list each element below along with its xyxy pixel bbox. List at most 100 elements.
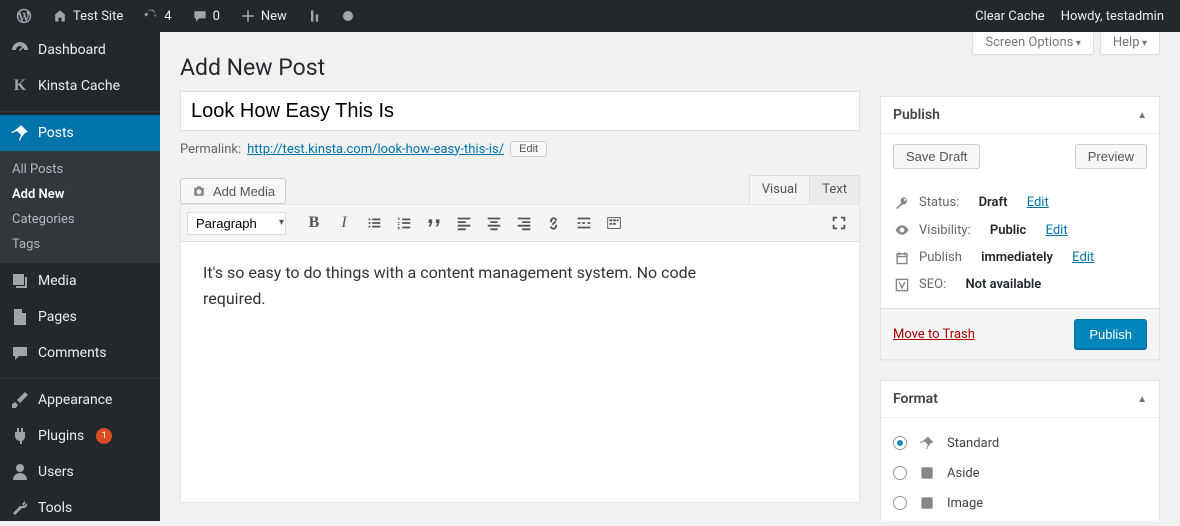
brush-icon: [10, 390, 30, 410]
preview-button[interactable]: Preview: [1075, 144, 1147, 169]
comments-link[interactable]: 0: [184, 0, 228, 32]
editor-content[interactable]: It's so easy to do things with a content…: [181, 242, 859, 502]
refresh-icon: [143, 8, 159, 24]
image-icon: [917, 493, 937, 513]
aside-icon: [917, 463, 937, 483]
status-label: Status:: [919, 195, 959, 210]
permalink-url[interactable]: http://test.kinsta.com/look-how-easy-thi…: [247, 142, 504, 157]
tab-visual[interactable]: Visual: [749, 175, 811, 204]
post-title-input[interactable]: [180, 91, 860, 131]
italic-button[interactable]: I: [330, 209, 358, 237]
visibility-value: Public: [990, 223, 1026, 238]
format-box: Format▲ Standard Aside Image Video: [880, 380, 1160, 521]
format-aside[interactable]: Aside: [893, 458, 1147, 488]
menu-label: Media: [38, 273, 77, 289]
tab-text[interactable]: Text: [809, 175, 860, 204]
site-name-link[interactable]: Test Site: [44, 0, 131, 32]
submenu-tags[interactable]: Tags: [0, 232, 160, 257]
plugins-badge: 1: [96, 428, 112, 444]
submenu-add-new[interactable]: Add New: [0, 182, 160, 207]
wp-logo[interactable]: [8, 0, 40, 32]
move-to-trash-link[interactable]: Move to Trash: [893, 327, 975, 342]
link-button[interactable]: [540, 209, 568, 237]
menu-label: Kinsta Cache: [38, 78, 120, 94]
new-content-link[interactable]: New: [232, 0, 295, 32]
updates-link[interactable]: 4: [135, 0, 179, 32]
pin-icon: [917, 433, 937, 453]
editor-toolbar: Paragraph B I: [181, 205, 859, 242]
screen-options-button[interactable]: Screen Options: [972, 32, 1093, 55]
format-select[interactable]: Paragraph: [187, 212, 286, 235]
edit-permalink-button[interactable]: Edit: [510, 141, 547, 157]
site-name: Test Site: [73, 9, 123, 24]
menu-pages[interactable]: Pages: [0, 299, 160, 335]
format-image[interactable]: Image: [893, 488, 1147, 518]
visibility-label: Visibility:: [919, 223, 971, 238]
menu-media[interactable]: Media: [0, 263, 160, 299]
wrench-icon: [10, 498, 30, 518]
bullet-list-button[interactable]: [360, 209, 388, 237]
menu-label: Users: [38, 464, 74, 480]
edit-status-link[interactable]: Edit: [1027, 195, 1049, 210]
menu-posts[interactable]: Posts: [0, 115, 160, 151]
editor: Paragraph B I It's so easy to do things …: [180, 204, 860, 503]
toggle-icon[interactable]: ▲: [1137, 394, 1147, 405]
bold-button[interactable]: B: [300, 209, 328, 237]
edit-schedule-link[interactable]: Edit: [1072, 250, 1094, 265]
radio-icon: [893, 496, 907, 510]
comment-icon: [192, 8, 208, 24]
content-paragraph: It's so easy to do things with a content…: [203, 260, 723, 311]
submenu-categories[interactable]: Categories: [0, 207, 160, 232]
help-button[interactable]: Help: [1100, 32, 1160, 55]
numbered-list-button[interactable]: [390, 209, 418, 237]
seo-icon-item[interactable]: [299, 0, 331, 32]
pin-icon: [10, 123, 30, 143]
plus-icon: [240, 8, 256, 24]
user-icon: [10, 462, 30, 482]
permalink-label: Permalink:: [180, 142, 241, 157]
menu-appearance[interactable]: Appearance: [0, 382, 160, 418]
publish-title: Publish: [893, 107, 940, 123]
toggle-icon[interactable]: ▲: [1137, 110, 1147, 121]
schedule-value: immediately: [981, 250, 1053, 265]
dashboard-icon: [10, 40, 30, 60]
submenu-all-posts[interactable]: All Posts: [0, 157, 160, 182]
menu-users[interactable]: Users: [0, 454, 160, 490]
publish-button[interactable]: Publish: [1074, 319, 1147, 349]
menu-comments[interactable]: Comments: [0, 335, 160, 371]
readmore-button[interactable]: [570, 209, 598, 237]
new-label: New: [261, 9, 287, 24]
seo-value: Not available: [965, 277, 1041, 292]
format-standard[interactable]: Standard: [893, 428, 1147, 458]
kinsta-icon: K: [10, 76, 30, 96]
align-left-button[interactable]: [450, 209, 478, 237]
clear-cache-link[interactable]: Clear Cache: [975, 0, 1045, 32]
account-link[interactable]: Howdy, testadmin: [1061, 0, 1164, 32]
menu-label: Posts: [38, 125, 74, 141]
key-icon: [893, 196, 911, 210]
comments-count: 0: [213, 9, 220, 24]
blockquote-button[interactable]: [420, 209, 448, 237]
menu-kinsta-cache[interactable]: K Kinsta Cache: [0, 68, 160, 104]
schedule-label: Publish: [919, 250, 962, 265]
posts-submenu: All Posts Add New Categories Tags: [0, 151, 160, 263]
fullscreen-button[interactable]: [825, 209, 853, 237]
publish-box: Publish ▲ Save Draft Preview Status: Draf…: [880, 96, 1160, 360]
page-heading: Add New Post: [180, 42, 860, 91]
align-center-button[interactable]: [480, 209, 508, 237]
radio-icon: [893, 466, 907, 480]
camera-icon: [191, 183, 207, 199]
permalink-row: Permalink: http://test.kinsta.com/look-h…: [180, 141, 860, 157]
menu-dashboard[interactable]: Dashboard: [0, 32, 160, 68]
status-value: Draft: [979, 195, 1008, 210]
save-draft-button[interactable]: Save Draft: [893, 144, 980, 169]
menu-plugins[interactable]: Plugins1: [0, 418, 160, 454]
add-media-button[interactable]: Add Media: [180, 178, 286, 204]
align-right-button[interactable]: [510, 209, 538, 237]
admin-sidebar: Dashboard K Kinsta Cache Posts All Posts …: [0, 32, 160, 521]
status-dot-item[interactable]: [335, 0, 361, 32]
edit-visibility-link[interactable]: Edit: [1046, 223, 1068, 238]
toolbar-toggle-button[interactable]: [600, 209, 628, 237]
plug-icon: [10, 426, 30, 446]
eye-icon: [893, 222, 911, 238]
